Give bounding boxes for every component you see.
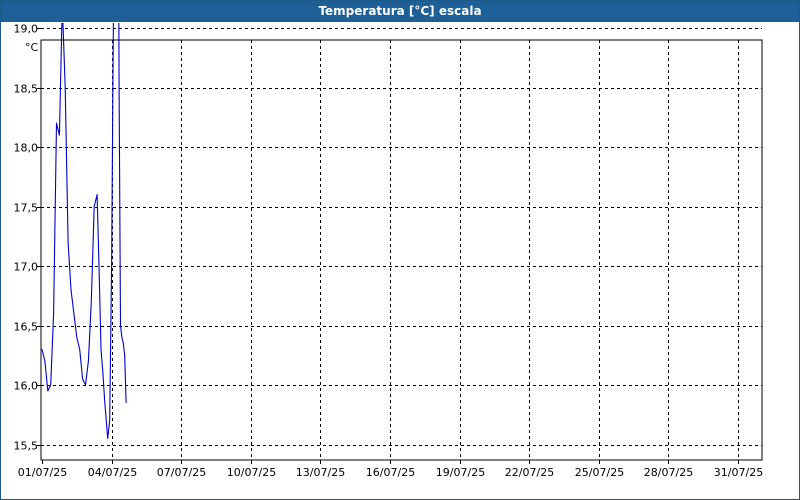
- y-tick-label: 16,5: [14, 321, 39, 334]
- x-tick-label: 10/07/25: [227, 466, 276, 479]
- x-tick-label: 31/07/25: [714, 466, 763, 479]
- x-tick-label: 28/07/25: [644, 466, 693, 479]
- x-tick-label: 19/07/25: [436, 466, 485, 479]
- x-tick-label: 25/07/25: [575, 466, 624, 479]
- y-tick-label: 18,0: [14, 142, 39, 155]
- plot-frame: [40, 39, 763, 461]
- x-tick-label: 07/07/25: [157, 466, 206, 479]
- chart-window: Temperatura [°C] escala 15,5 16,0 16,5 17,0…: [0, 0, 800, 500]
- temperature-chart: 15,516,016,517,017,518,018,519,019,520,0…: [14, 23, 763, 479]
- y-tick-label: 18,5: [14, 83, 39, 96]
- x-tick-label: 04/07/25: [88, 466, 137, 479]
- x-tick-label: 22/07/25: [505, 466, 554, 479]
- x-tick-label: 13/07/25: [296, 466, 345, 479]
- y-tick-label: 17,5: [14, 202, 39, 215]
- chart-title: Temperatura [°C] escala: [1, 1, 799, 22]
- x-tick-label: 01/07/25: [18, 466, 67, 479]
- y-axis-unit: °C: [25, 41, 39, 54]
- x-tick-label: 16/07/25: [366, 466, 415, 479]
- plot-area: 15,516,016,517,017,518,018,519,019,520,0…: [1, 23, 799, 499]
- y-tick-label: 16,0: [14, 380, 39, 393]
- y-tick-label: 17,0: [14, 261, 39, 274]
- y-tick-label: 15,5: [14, 440, 39, 453]
- y-tick-label: 19,0: [14, 23, 39, 36]
